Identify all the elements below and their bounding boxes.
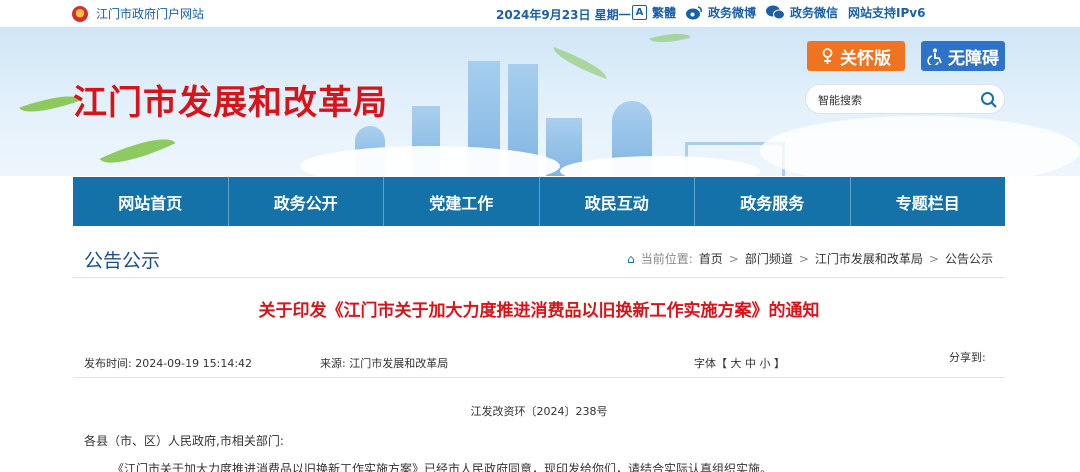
breadcrumb-separator: >: [728, 251, 739, 266]
traditional-chinese-label: 繁體: [652, 6, 677, 20]
wechat-icon: [766, 5, 786, 20]
font-size-control[interactable]: 字体【 大 中 小 】: [694, 355, 785, 371]
article-source: 来源: 江门市发展和改革局: [320, 357, 449, 370]
search-icon[interactable]: [980, 91, 998, 109]
accessibility-button[interactable]: 无障碍: [921, 41, 1005, 71]
nav-public-interaction[interactable]: 政民互动: [540, 177, 695, 226]
care-icon: [822, 47, 833, 64]
nav-home[interactable]: 网站首页: [73, 177, 229, 226]
article-title: 关于印发《江门市关于加大力度推进消费品以旧换新工作实施方案》的通知: [258, 301, 820, 321]
top-links: A 繁體 政务微博 政务微信 网站支持IPv6: [632, 4, 925, 21]
leaf-decoration: [549, 47, 611, 79]
cloud-decoration: [760, 116, 1080, 176]
section-header: 公告公示 ⌂ 当前位置: 首页 > 部门频道 > 江门市发展和改革局 > 公告公…: [73, 240, 1005, 278]
ipv6-label: 网站支持IPv6: [848, 6, 926, 20]
leaf-decoration: [649, 27, 691, 49]
organization-title: 江门市发展和改革局: [73, 83, 388, 123]
portal-name: 江门市政府门户网站: [96, 7, 205, 21]
nav-party-building[interactable]: 党建工作: [384, 177, 540, 226]
leaf-decoration: [19, 87, 81, 121]
portal-link[interactable]: 江门市政府门户网站: [72, 5, 204, 22]
traditional-chinese-link[interactable]: A 繁體: [632, 4, 676, 21]
wechat-label: 政务微信: [790, 6, 839, 20]
publish-time: 发布时间: 2024-09-19 15:14:42: [84, 357, 253, 370]
weibo-label: 政务微博: [708, 6, 757, 20]
top-bar: 江门市政府门户网站 2024年9月23日 星期一 A 繁體 政务微博 政务微信 …: [0, 0, 1080, 27]
nav-special-topics[interactable]: 专题栏目: [851, 177, 1006, 226]
leaf-decoration: [99, 126, 176, 176]
main-nav: 网站首页 政务公开 党建工作 政民互动 政务服务 专题栏目: [73, 177, 1005, 226]
breadcrumb-separator: >: [798, 251, 809, 266]
search-box: [805, 84, 1005, 114]
salutation-text: 各县（市、区）人民政府,市相关部门:: [84, 434, 284, 448]
section-title: 公告公示: [84, 250, 161, 272]
breadcrumb-home[interactable]: 首页: [699, 250, 723, 267]
breadcrumb-separator: >: [928, 251, 939, 266]
home-icon: ⌂: [627, 251, 635, 266]
share-label: 分享到:: [949, 351, 986, 364]
national-emblem-icon: [72, 5, 88, 22]
weibo-link[interactable]: 政务微博: [686, 4, 756, 21]
breadcrumb-organization[interactable]: 江门市发展和改革局: [815, 250, 923, 267]
wheelchair-icon: [927, 48, 942, 65]
nav-gov-services[interactable]: 政务服务: [695, 177, 851, 226]
article-meta: 发布时间: 2024-09-19 15:14:42 来源: 江门市发展和改革局 …: [73, 348, 1005, 378]
nav-gov-affairs-open[interactable]: 政务公开: [229, 177, 384, 226]
search-input[interactable]: [818, 90, 968, 110]
care-mode-button[interactable]: 关怀版: [807, 41, 905, 71]
body-paragraph: 《江门市关于加大力度推进消费品以旧换新工作实施方案》已经市人民政府同意，现印发给…: [112, 462, 773, 472]
ipv6-link[interactable]: 网站支持IPv6: [848, 4, 925, 21]
care-mode-label: 关怀版: [840, 48, 891, 69]
breadcrumb: ⌂ 当前位置: 首页 > 部门频道 > 江门市发展和改革局 > 公告公示: [627, 250, 993, 267]
header-banner: 江门市发展和改革局 关怀版 无障碍: [0, 27, 1080, 176]
breadcrumb-announcements[interactable]: 公告公示: [945, 250, 993, 267]
current-date: 2024年9月23日 星期一: [496, 8, 631, 22]
breadcrumb-label: 当前位置:: [640, 252, 693, 266]
wechat-link[interactable]: 政务微信: [766, 4, 838, 21]
traditional-chinese-icon: A: [632, 5, 647, 20]
document-number: 江发改资环〔2024〕238号: [470, 405, 608, 418]
accessibility-label: 无障碍: [948, 48, 999, 69]
breadcrumb-department-channel[interactable]: 部门频道: [745, 250, 793, 267]
weibo-icon: [686, 5, 703, 19]
